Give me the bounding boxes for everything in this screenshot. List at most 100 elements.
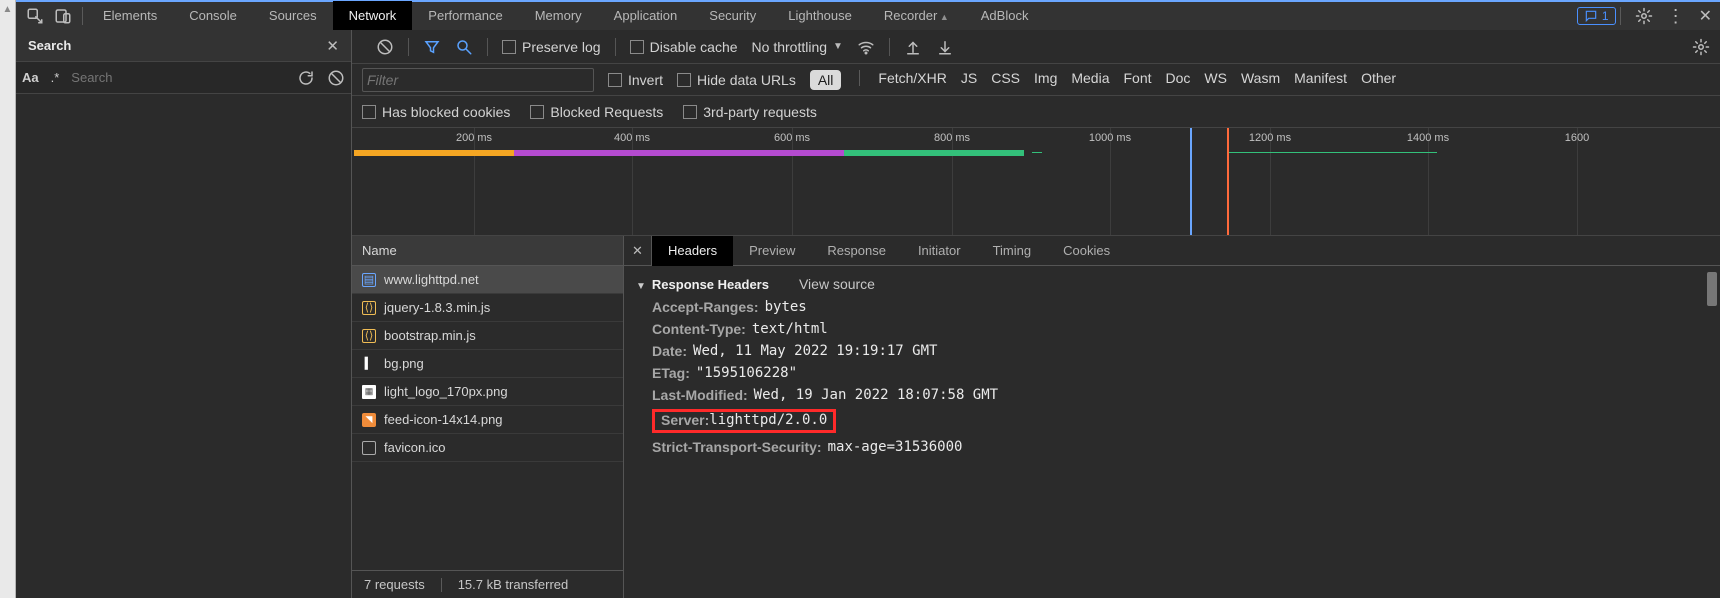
type-filter-other[interactable]: Other [1361, 70, 1396, 90]
upload-har-icon[interactable] [904, 38, 922, 56]
filter-input[interactable] [363, 69, 593, 91]
network-settings-icon[interactable] [1692, 38, 1710, 56]
disable-cache-checkbox[interactable]: Disable cache [630, 40, 738, 54]
request-row[interactable]: ◥feed-icon-14x14.png [352, 406, 623, 434]
throttling-select[interactable]: No throttling ▼ [752, 40, 843, 54]
name-column-header[interactable]: Name [352, 236, 623, 266]
hide-data-urls-checkbox[interactable]: Hide data URLs [677, 73, 796, 87]
regex-icon[interactable]: .* [51, 70, 60, 85]
detail-tab-preview[interactable]: Preview [733, 236, 811, 266]
status-requests: 7 requests [364, 577, 425, 592]
request-name: bootstrap.min.js [384, 328, 476, 343]
third-party-checkbox[interactable]: 3rd-party requests [683, 105, 817, 119]
timeline-tick: 1200 ms [1249, 132, 1291, 144]
tab-security[interactable]: Security [693, 1, 772, 31]
status-transferred: 15.7 kB transferred [458, 577, 569, 592]
blocked-requests-label: Blocked Requests [550, 105, 663, 119]
settings-icon[interactable] [1635, 7, 1653, 25]
close-devtools-icon[interactable]: ✕ [1699, 6, 1712, 26]
tab-console[interactable]: Console [173, 1, 253, 31]
invert-checkbox[interactable]: Invert [608, 73, 663, 87]
search-input[interactable] [71, 67, 285, 89]
match-case-icon[interactable]: Aa [22, 70, 39, 85]
inspect-element-icon[interactable] [26, 7, 44, 25]
third-party-label: 3rd-party requests [703, 105, 817, 119]
tab-application[interactable]: Application [598, 1, 694, 31]
header-row: Date:Wed, 11 May 2022 19:19:17 GMT [624, 340, 1720, 362]
request-details: ✕ HeadersPreviewResponseInitiatorTimingC… [624, 236, 1720, 598]
separator [441, 578, 442, 592]
request-row[interactable]: ▍ bg.png [352, 350, 623, 378]
header-value: lighttpd/2.0.0 [709, 412, 827, 428]
close-details-icon[interactable]: ✕ [624, 236, 652, 266]
tab-recorder[interactable]: Recorder ▲ [868, 1, 965, 31]
type-filter-fetch-xhr[interactable]: Fetch/XHR [878, 70, 946, 90]
type-filter-media[interactable]: Media [1071, 70, 1109, 90]
png-file-icon: ▍ [362, 357, 376, 371]
tab-elements[interactable]: Elements [87, 1, 173, 31]
timeline-tick: 1600 [1565, 132, 1589, 144]
throttling-label: No throttling [752, 40, 827, 54]
has-blocked-cookies-checkbox[interactable]: Has blocked cookies [362, 105, 510, 119]
type-filter-wasm[interactable]: Wasm [1241, 70, 1280, 90]
request-row[interactable]: ⟨⟩bootstrap.min.js [352, 322, 623, 350]
toggle-device-toolbar-icon[interactable] [54, 7, 72, 25]
messages-badge[interactable]: 1 [1577, 7, 1616, 25]
type-filter-all[interactable]: All [810, 70, 842, 90]
tab-performance[interactable]: Performance [412, 1, 518, 31]
refresh-search-icon[interactable] [297, 69, 315, 87]
type-filter-doc[interactable]: Doc [1166, 70, 1191, 90]
blocked-requests-checkbox[interactable]: Blocked Requests [530, 105, 663, 119]
invert-label: Invert [628, 73, 663, 87]
detail-tabs: ✕ HeadersPreviewResponseInitiatorTimingC… [624, 236, 1720, 266]
header-row: Content-Type:text/html [624, 318, 1720, 340]
search-filter-row: Aa .* [16, 62, 351, 94]
tab-adblock[interactable]: AdBlock [965, 1, 1045, 31]
request-row[interactable]: ▦light_logo_170px.png [352, 378, 623, 406]
disable-cache-label: Disable cache [650, 40, 738, 54]
separator [859, 70, 860, 86]
tab-network[interactable]: Network [333, 1, 413, 31]
search-icon[interactable] [455, 38, 473, 56]
detail-tab-response[interactable]: Response [811, 236, 902, 266]
clear-search-icon[interactable] [327, 69, 345, 87]
header-name: Server: [661, 412, 709, 428]
header-value: Wed, 11 May 2022 19:19:17 GMT [693, 343, 937, 359]
type-filter-ws[interactable]: WS [1204, 70, 1227, 90]
header-value: Wed, 19 Jan 2022 18:07:58 GMT [754, 387, 998, 403]
view-source-link[interactable]: View source [799, 276, 875, 292]
request-row[interactable]: ▤www.lighttpd.net [352, 266, 623, 294]
preserve-log-checkbox[interactable]: Preserve log [502, 40, 601, 54]
disclosure-triangle-icon[interactable]: ▼ [636, 281, 646, 292]
type-filter-img[interactable]: Img [1034, 70, 1057, 90]
chevron-down-icon: ▼ [833, 40, 843, 54]
type-filter-font[interactable]: Font [1124, 70, 1152, 90]
detail-tab-timing[interactable]: Timing [977, 236, 1048, 266]
request-name: favicon.ico [384, 440, 445, 455]
type-filter-css[interactable]: CSS [991, 70, 1020, 90]
filter-toggle-icon[interactable] [423, 38, 441, 56]
scrollbar-thumb[interactable] [1707, 272, 1717, 306]
detail-tab-headers[interactable]: Headers [652, 236, 733, 266]
detail-tab-cookies[interactable]: Cookies [1047, 236, 1126, 266]
clear-log-icon[interactable] [376, 38, 394, 56]
header-value: "1595106228" [696, 365, 797, 381]
kebab-menu-icon[interactable]: ⋮ [1667, 6, 1685, 27]
network-conditions-icon[interactable] [857, 38, 875, 56]
tab-lighthouse[interactable]: Lighthouse [772, 1, 868, 31]
network-toolbar: Preserve log Disable cache No throttling… [352, 30, 1720, 64]
tabs-host: ElementsConsoleSourcesNetworkPerformance… [87, 1, 1044, 31]
request-name: bg.png [384, 356, 424, 371]
tab-memory[interactable]: Memory [519, 1, 598, 31]
download-har-icon[interactable] [936, 38, 954, 56]
close-search-panel-icon[interactable]: ✕ [326, 37, 339, 55]
tab-sources[interactable]: Sources [253, 1, 333, 31]
type-filter-js[interactable]: JS [961, 70, 977, 90]
detail-tab-initiator[interactable]: Initiator [902, 236, 977, 266]
type-filter-manifest[interactable]: Manifest [1294, 70, 1347, 90]
request-name: feed-icon-14x14.png [384, 412, 503, 427]
request-row[interactable]: favicon.ico [352, 434, 623, 462]
request-row[interactable]: ⟨⟩jquery-1.8.3.min.js [352, 294, 623, 322]
network-timeline[interactable]: 200 ms400 ms600 ms800 ms1000 ms1200 ms14… [352, 128, 1720, 236]
timeline-tick: 1400 ms [1407, 132, 1449, 144]
